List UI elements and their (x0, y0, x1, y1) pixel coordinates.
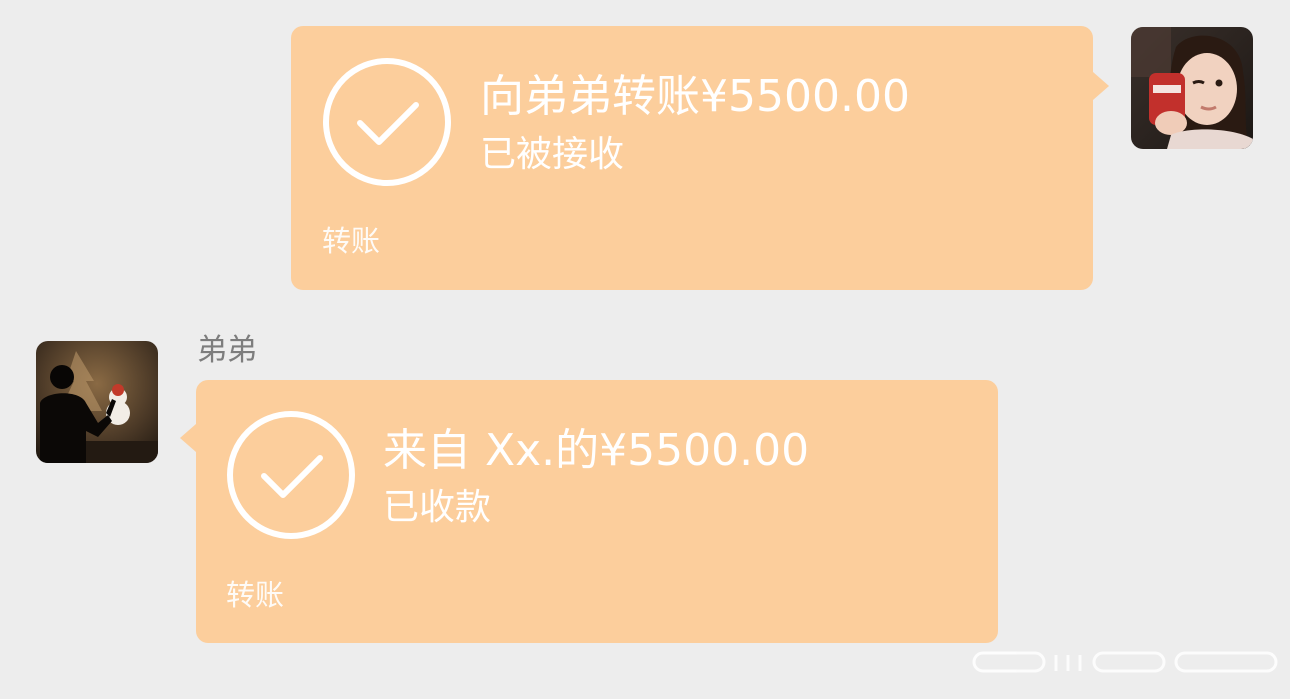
person-avatar[interactable] (36, 341, 158, 463)
transfer-title: 向弟弟转账¥5500.00 (480, 71, 910, 122)
transfer-card-outgoing[interactable]: 向弟弟转账¥5500.00 已被接收 转账 (291, 26, 1093, 290)
transfer-status: 已收款 (383, 487, 492, 528)
transfer-card-incoming[interactable]: 来自 Xx.的¥5500.00 已收款 转账 (196, 380, 998, 643)
transfer-footer-label: 转账 (226, 578, 285, 612)
bubble-tail (1093, 72, 1109, 100)
girl-avatar[interactable] (1131, 27, 1253, 149)
sender-name: 弟弟 (197, 333, 257, 368)
watermark-logo (972, 649, 1282, 679)
transfer-title: 来自 Xx.的¥5500.00 (383, 425, 810, 476)
transfer-status: 已被接收 (480, 134, 625, 175)
transfer-footer-label: 转账 (322, 224, 381, 258)
bubble-tail (180, 424, 196, 452)
check-circle-icon (226, 410, 356, 540)
check-circle-icon (322, 57, 452, 187)
